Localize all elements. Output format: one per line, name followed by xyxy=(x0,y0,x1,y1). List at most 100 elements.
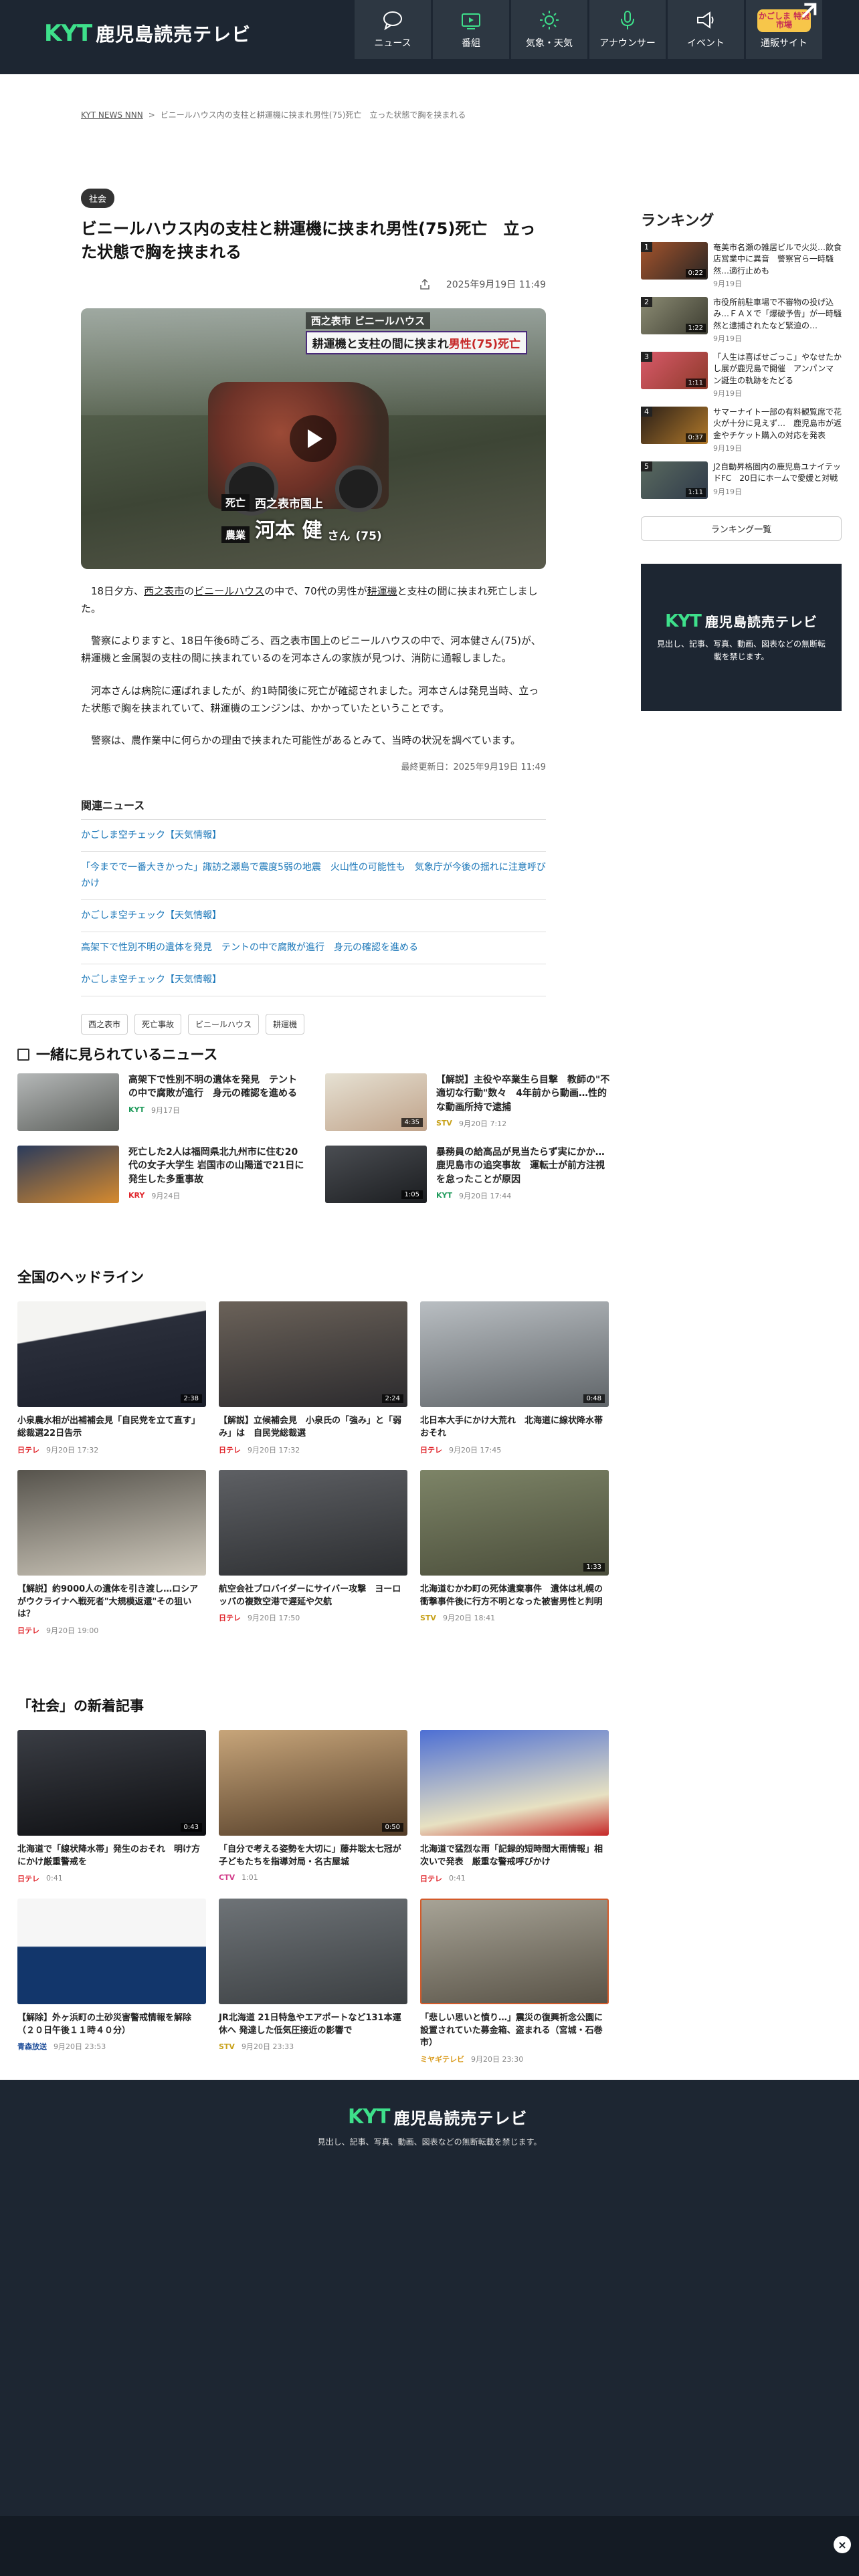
ranking-item[interactable]: 1 0:22 奄美市名瀬の雑居ビルで火災…飲食店営業中に異音 警察官ら一時騒然…適… xyxy=(641,242,842,290)
card-thumb: 1:33 xyxy=(420,1469,609,1576)
side-banner[interactable]: KYT 鹿児島読売テレビ 見出し、記事、写真、動画、図表などの無断転載を禁じます。 xyxy=(641,564,842,711)
nav-event[interactable]: イベント xyxy=(668,0,744,59)
society-card[interactable]: JR北海道 21日特急やエアポートなど131本運休へ 発達した低気圧接近の影響で… xyxy=(219,1898,407,2065)
related-link[interactable]: かごしま空チェック【天気情報】 xyxy=(81,820,546,853)
breadcrumb-separator: > xyxy=(148,110,155,120)
ranking-thumb: 2 1:22 xyxy=(641,297,708,334)
category-tag[interactable]: 社会 xyxy=(81,189,115,208)
tag-chip[interactable]: 西之表市 xyxy=(81,1013,128,1035)
breadcrumb-home[interactable]: KYT NEWS NNN xyxy=(81,110,143,120)
close-icon[interactable]: × xyxy=(834,2536,851,2553)
nav-weather[interactable]: 気象・天気 xyxy=(511,0,587,59)
society-card[interactable]: 0:43 北海道で「線状降水帯」発生のおそれ 明け方にかけ厳重警戒を 日テレ 0:41 xyxy=(17,1730,206,1884)
card-title: 【解説】約9000人の遺体を引き渡し…ロシアがウクライナへ戦死者"大規模返還"そ… xyxy=(17,1584,199,1620)
footer-logo[interactable]: KYT 鹿児島読売テレビ xyxy=(348,2105,527,2129)
tag-chip[interactable]: 耕運機 xyxy=(266,1013,305,1035)
national-card[interactable]: 2:24 【解説】立候補会見 小泉氏の「強み」と「弱み」は 自民党総裁選 日テレ 9月… xyxy=(219,1301,407,1455)
breadcrumb: KYT NEWS NNN > ビニールハウス内の支柱と耕運機に挟まれ男性(75)… xyxy=(81,109,466,120)
play-button[interactable] xyxy=(290,415,337,462)
society-card[interactable]: 【解除】外ヶ浜町の土砂災害警戒情報を解除（２０日午後１１時４０分） 青森放送 9月2… xyxy=(17,1898,206,2065)
related-link[interactable]: 高架下で性別不明の遺体を発見 テントの中で腐敗が進行 身元の確認を進める xyxy=(81,932,546,964)
source-logo: 日テレ xyxy=(420,1874,442,1883)
tag-list: 西之表市 死亡事故 ビニールハウス 耕運機 xyxy=(81,1013,546,1035)
source-logo: 青森放送 xyxy=(17,2042,47,2052)
keyword-link[interactable]: ビニールハウス xyxy=(194,585,264,597)
video-player[interactable]: 西之表市 ビニールハウス 耕運機と支柱の間に挟まれ男性(75)死亡 死亡 西之表… xyxy=(81,308,546,569)
source-logo: 日テレ xyxy=(17,1874,39,1883)
society-card[interactable]: 北海道で猛烈な雨「記録的短時間大雨情報」相次いで発表 厳重な警戒呼びかけ 日テレ 0… xyxy=(420,1730,609,1884)
also-watched-item[interactable]: 1:05 暴務員の給高品が見当たらず実にかか…鹿児島市の追突事故 運転士が前方注… xyxy=(325,1146,613,1203)
card-thumb: 2:24 xyxy=(219,1301,407,1407)
ranking-title: 「人生は喜ばせごっこ」やなせたかし展が鹿児島で開催 アンパンマン誕生の軌跡をたど… xyxy=(713,352,842,385)
also-title: 【解説】主役や卒業生ら目撃 教師の"不適切な行動"数々 4年前から動画…性的な動… xyxy=(436,1075,610,1113)
card-title: 【解説】立候補会見 小泉氏の「強み」と「弱み」は 自民党総裁選 xyxy=(219,1416,402,1438)
card-title: 航空会社プロバイダーにサイバー攻撃 ヨーロッパの複数空港で遅延や欠航 xyxy=(219,1584,401,1607)
caption-headline: 耕運機と支柱の間に挟まれ男性(75)死亡 xyxy=(305,330,527,354)
also-watched-item[interactable]: 高架下で性別不明の遺体を発見 テントの中で腐敗が進行 身元の確認を進める KYT 9… xyxy=(17,1073,305,1131)
source-logo: 日テレ xyxy=(17,1626,39,1636)
also-title: 死亡した2人は福岡県北九州市に住む20代の女子大学生 岩国市の山陽道で21日に発… xyxy=(128,1147,304,1185)
ranking-item[interactable]: 2 1:22 市役所前駐車場で不審物の投げ込み…ＦＡＸで「爆破予告」が一時騒然と逮… xyxy=(641,297,842,345)
nav-label: 番組 xyxy=(462,38,480,49)
society-card[interactable]: 「悲しい思いと憤り…」震災の復興祈念公園に設置されていた募金箱、盗まれる（宮城・… xyxy=(420,1898,609,2065)
national-card[interactable]: 【解説】約9000人の遺体を引き渡し…ロシアがウクライナへ戦死者"大規模返還"そ… xyxy=(17,1469,206,1636)
logo-jp: 鹿児島読売テレビ xyxy=(96,23,252,45)
card-date: 9月20日 23:33 xyxy=(241,2042,294,2052)
breadcrumb-current: ビニールハウス内の支柱と耕運機に挟まれ男性(75)死亡 立った状態で胸を挟まれる xyxy=(160,110,466,120)
ranking-item[interactable]: 4 0:37 サマーナイト一部の有料観覧席で花火が十分に見えず… 鹿児島市が返金や… xyxy=(641,407,842,455)
related-link[interactable]: かごしま空チェック【天気情報】 xyxy=(81,900,546,932)
ranking-date: 9月19日 xyxy=(713,444,742,453)
source-logo: 日テレ xyxy=(17,1445,39,1455)
ranking-more-button[interactable]: ランキング一覧 xyxy=(641,516,842,541)
source-logo: 日テレ xyxy=(219,1614,241,1623)
card-thumb: 0:48 xyxy=(420,1301,609,1407)
also-watched-item[interactable]: 死亡した2人は福岡県北九州市に住む20代の女子大学生 岩国市の山陽道で21日に発… xyxy=(17,1146,305,1203)
related-heading: 関連ニュース xyxy=(81,796,546,821)
ranking-title: サマーナイト一部の有料観覧席で花火が十分に見えず… 鹿児島市が返金やチケット購入… xyxy=(713,407,842,440)
card-title: 北海道で猛烈な雨「記録的短時間大雨情報」相次いで発表 厳重な警戒呼びかけ xyxy=(420,1844,603,1867)
national-card[interactable]: 0:48 北日本大手にかけ大荒れ 北海道に線状降水帯おそれ 日テレ 9月20日 17:… xyxy=(420,1301,609,1455)
megaphone-icon xyxy=(697,11,714,29)
related-link[interactable]: 「今までで一番大きかった」諏訪之瀬島で震度5弱の地震 火山性の可能性も 気象庁が… xyxy=(81,852,546,900)
share-icon[interactable] xyxy=(419,278,430,290)
card-title: 【解除】外ヶ浜町の土砂災害警戒情報を解除（２０日午後１１時４０分） xyxy=(17,2012,192,2036)
card-date: 9月20日 19:00 xyxy=(46,1626,99,1636)
nav-shop[interactable]: かごしま 特選市場 通販サイト xyxy=(746,0,822,59)
external-link-icon xyxy=(801,3,817,18)
tag-chip[interactable]: ビニールハウス xyxy=(188,1013,260,1035)
microphone-icon xyxy=(621,11,634,29)
keyword-link[interactable]: 耕運機 xyxy=(367,585,397,597)
nav-news[interactable]: ニュース xyxy=(355,0,431,59)
national-card[interactable]: 1:33 北海道むかわ町の死体遺棄事件 遺体は札幌の衝撃事件後に行方不明となった被… xyxy=(420,1469,609,1636)
video-caption-top: 西之表市 ビニールハウス 耕運機と支柱の間に挟まれ男性(75)死亡 xyxy=(305,312,527,354)
last-updated: 最終更新日：2025年9月19日 11:49 xyxy=(401,762,547,773)
ranking-item[interactable]: 5 1:11 J2自動昇格圏内の鹿児島ユナイテッドFC 20日にホームで愛媛と対戦… xyxy=(641,461,842,510)
national-card[interactable]: 航空会社プロバイダーにサイバー攻撃 ヨーロッパの複数空港で遅延や欠航 日テレ 9月2… xyxy=(219,1469,407,1636)
card-title: 北海道むかわ町の死体遺棄事件 遺体は札幌の衝撃事件後に行方不明となった被害男性と… xyxy=(420,1584,603,1607)
society-card[interactable]: 0:50 「自分で考える姿勢を大切に」藤井聡太七冠が子どもたちを指導対局・名古屋城… xyxy=(219,1730,407,1884)
site-logo[interactable]: KYT 鹿児島読売テレビ xyxy=(44,19,251,48)
nav-programs[interactable]: 番組 xyxy=(433,0,509,59)
also-watched-item[interactable]: 4:35 【解説】主役や卒業生ら目撃 教師の"不適切な行動"数々 4年前から動画… xyxy=(325,1073,613,1131)
card-date: 9月20日 18:41 xyxy=(442,1614,496,1623)
banner-logo-jp: 鹿児島読売テレビ xyxy=(704,613,818,630)
article-meta: 2025年9月19日 11:49 xyxy=(81,276,546,292)
caption-age: (75) xyxy=(355,529,382,543)
ranking-title: 市役所前駐車場で不審物の投げ込み…ＦＡＸで「爆破予告」が一時騒然と逮捕されたなど… xyxy=(713,298,842,330)
card-date: 9月20日 17:32 xyxy=(46,1445,99,1455)
logo-kyt: KYT xyxy=(44,20,92,47)
card-thumb: 0:43 xyxy=(17,1730,206,1836)
ranking-date: 9月19日 xyxy=(713,487,742,496)
ranking-item[interactable]: 3 1:11 「人生は喜ばせごっこ」やなせたかし展が鹿児島で開催 アンパンマン誕生… xyxy=(641,352,842,400)
tag-chip[interactable]: 死亡事故 xyxy=(134,1013,182,1035)
paragraph: 河本さんは病院に運ばれましたが、約1時間後に死亡が確認されました。河本さんは発見… xyxy=(81,684,539,714)
caption-chip-job: 農業 xyxy=(221,526,250,543)
national-card[interactable]: 2:38 小泉農水相が出補補会見「自民党を立て直す」総裁選22日告示 日テレ 9月20… xyxy=(17,1301,206,1455)
source-logo: KRY xyxy=(128,1191,145,1200)
nav-announcer[interactable]: アナウンサー xyxy=(589,0,666,59)
keyword-link[interactable]: 西之表市 xyxy=(144,585,184,597)
ranking-date: 9月19日 xyxy=(713,334,742,344)
related-link[interactable]: かごしま空チェック【天気情報】 xyxy=(81,964,546,996)
card-title: 「悲しい思いと憤り…」震災の復興祈念公園に設置されていた募金箱、盗まれる（宮城・… xyxy=(420,2012,603,2048)
banner-logo-kyt: KYT xyxy=(665,611,702,631)
